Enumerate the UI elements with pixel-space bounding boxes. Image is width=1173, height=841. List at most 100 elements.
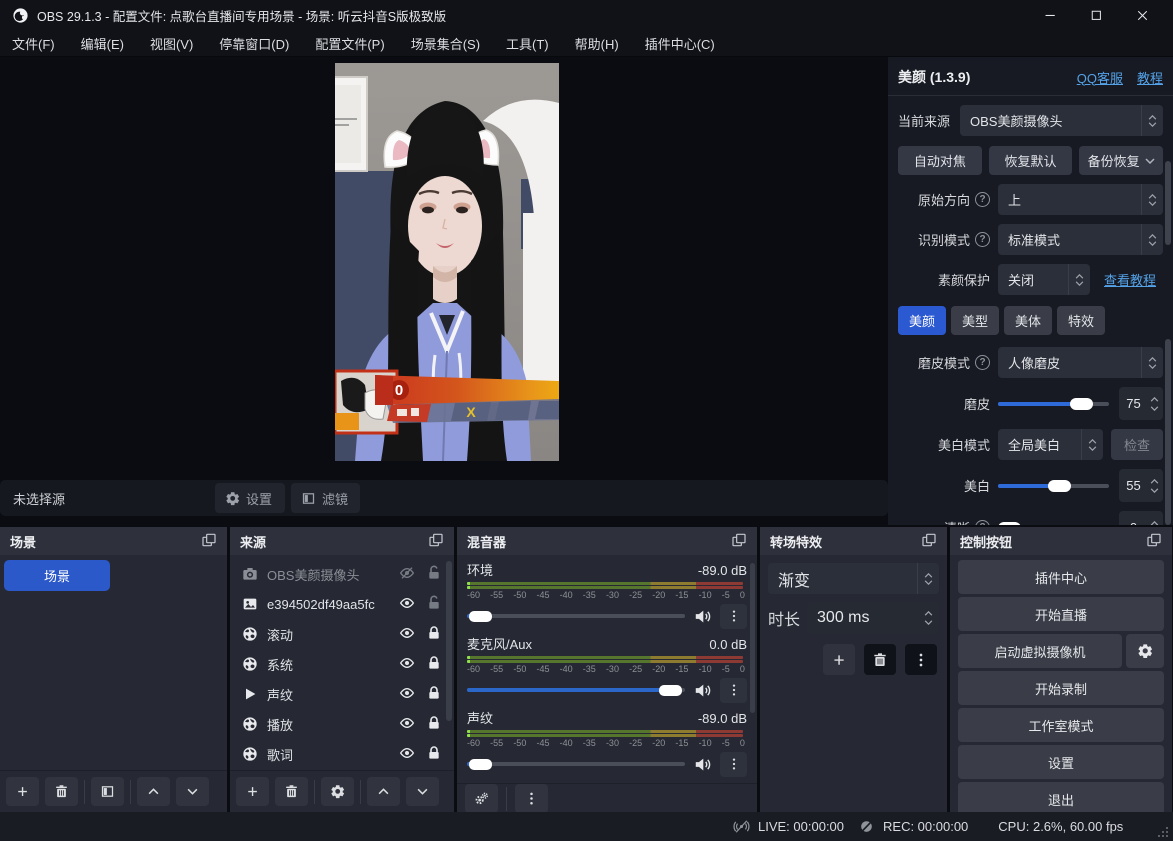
popout-icon[interactable] (201, 532, 219, 550)
lock-toggle[interactable] (426, 715, 444, 733)
whiten-slider[interactable] (998, 479, 1109, 493)
visibility-toggle[interactable] (399, 655, 417, 673)
smooth-mode-select[interactable]: 人像磨皮 (998, 347, 1163, 378)
smooth-spinbox[interactable]: 75 (1119, 387, 1163, 420)
orientation-select[interactable]: 上 (998, 184, 1163, 215)
visibility-toggle[interactable] (399, 745, 417, 763)
start-recording-button[interactable]: 开始录制 (958, 671, 1164, 705)
detect-mode-select[interactable]: 标准模式 (998, 224, 1163, 255)
lock-toggle[interactable] (426, 565, 444, 583)
menu-item-plugin-center[interactable]: 插件中心(C) (645, 34, 715, 53)
clarity-slider[interactable] (998, 521, 1109, 526)
slider-handle[interactable] (469, 759, 492, 770)
lock-toggle[interactable] (426, 625, 444, 643)
slider-handle[interactable] (1070, 398, 1093, 410)
mute-button[interactable] (693, 607, 712, 626)
help-icon[interactable]: ? (975, 355, 990, 370)
help-icon[interactable]: ? (975, 520, 990, 525)
virtual-camera-settings-button[interactable] (1126, 634, 1164, 668)
volume-slider[interactable] (467, 609, 685, 623)
move-scene-down-button[interactable] (176, 777, 209, 806)
source-row[interactable]: 滚动 (230, 619, 454, 649)
start-streaming-button[interactable]: 开始直播 (958, 597, 1164, 631)
settings-button[interactable]: 设置 (958, 745, 1164, 779)
remove-source-button[interactable] (275, 777, 308, 806)
popout-icon[interactable] (921, 532, 939, 550)
tab-body[interactable]: 美体 (1004, 306, 1052, 335)
visibility-toggle[interactable] (399, 715, 417, 733)
protect-select[interactable]: 关闭 (998, 264, 1090, 295)
lock-toggle[interactable] (426, 745, 444, 763)
transition-menu-button[interactable] (905, 644, 937, 675)
scrollbar[interactable] (446, 561, 452, 721)
source-row[interactable]: 播放 (230, 709, 454, 739)
exit-button[interactable]: 退出 (958, 782, 1164, 816)
source-filters-button[interactable]: 滤镜 (291, 483, 360, 513)
scene-filters-button[interactable] (91, 777, 124, 806)
menu-item-file[interactable]: 文件(F) (12, 34, 55, 53)
scrollbar[interactable] (1165, 339, 1171, 525)
backup-restore-button[interactable]: 备份恢复 (1079, 146, 1163, 175)
source-row[interactable]: 歌词 (230, 739, 454, 769)
source-row[interactable]: 系统 (230, 649, 454, 679)
scene-item-selected[interactable]: 场景 (4, 560, 110, 591)
check-button[interactable]: 检查 (1111, 429, 1163, 460)
volume-slider[interactable] (467, 757, 685, 771)
scrollbar[interactable] (750, 563, 755, 713)
mute-button[interactable] (693, 681, 712, 700)
view-tutorial-link[interactable]: 查看教程 (1104, 270, 1156, 289)
remove-transition-button[interactable] (864, 644, 896, 675)
move-source-down-button[interactable] (406, 777, 439, 806)
popout-icon[interactable] (1146, 532, 1164, 550)
minimize-button[interactable] (1027, 0, 1073, 30)
source-properties-button[interactable]: 设置 (215, 483, 285, 513)
move-scene-up-button[interactable] (137, 777, 170, 806)
source-properties-button[interactable] (321, 777, 354, 806)
add-source-button[interactable] (236, 777, 269, 806)
move-source-up-button[interactable] (367, 777, 400, 806)
mute-button[interactable] (693, 755, 712, 774)
menu-item-scene-collection[interactable]: 场景集合(S) (411, 34, 480, 53)
whiten-spinbox[interactable]: 55 (1119, 469, 1163, 502)
popout-icon[interactable] (428, 532, 446, 550)
slider-handle[interactable] (998, 522, 1021, 526)
visibility-toggle[interactable] (399, 595, 417, 613)
advanced-audio-button[interactable] (465, 784, 498, 813)
menu-item-tools[interactable]: 工具(T) (506, 34, 549, 53)
restore-default-button[interactable]: 恢复默认 (989, 146, 1073, 175)
slider-handle[interactable] (469, 611, 492, 622)
clarity-spinbox[interactable]: 0 (1119, 511, 1163, 525)
visibility-toggle[interactable] (399, 685, 417, 703)
menu-item-docks[interactable]: 停靠窗口(D) (219, 34, 289, 53)
mixer-menu-button[interactable] (515, 784, 548, 813)
preview-video[interactable]: 0 X (335, 63, 559, 461)
tab-beauty[interactable]: 美颜 (898, 306, 946, 335)
add-scene-button[interactable] (6, 777, 39, 806)
menu-item-help[interactable]: 帮助(H) (575, 34, 619, 53)
help-icon[interactable]: ? (975, 192, 990, 207)
autofocus-button[interactable]: 自动对焦 (898, 146, 982, 175)
resize-grip-icon[interactable] (1157, 826, 1169, 838)
menu-item-edit[interactable]: 编辑(E) (81, 34, 124, 53)
lock-toggle[interactable] (426, 595, 444, 613)
tutorial-link[interactable]: 教程 (1137, 68, 1163, 87)
help-icon[interactable]: ? (975, 232, 990, 247)
plugin-center-button[interactable]: 插件中心 (958, 560, 1164, 594)
whiten-mode-select[interactable]: 全局美白 (998, 429, 1103, 460)
duration-spinbox[interactable]: 300 ms (807, 602, 939, 634)
volume-slider[interactable] (467, 683, 685, 697)
tab-face-shape[interactable]: 美型 (951, 306, 999, 335)
slider-handle[interactable] (659, 685, 682, 696)
qq-support-link[interactable]: QQ客服 (1077, 68, 1123, 87)
visibility-toggle[interactable] (399, 625, 417, 643)
lock-toggle[interactable] (426, 685, 444, 703)
maximize-button[interactable] (1073, 0, 1119, 30)
source-row[interactable]: OBS美颜摄像头 (230, 559, 454, 589)
menu-item-view[interactable]: 视图(V) (150, 34, 193, 53)
add-transition-button[interactable] (823, 644, 855, 675)
source-row[interactable]: e394502df49aa5fc (230, 589, 454, 619)
source-row[interactable]: 声纹 (230, 679, 454, 709)
remove-scene-button[interactable] (45, 777, 78, 806)
lock-toggle[interactable] (426, 655, 444, 673)
slider-handle[interactable] (1048, 480, 1071, 492)
